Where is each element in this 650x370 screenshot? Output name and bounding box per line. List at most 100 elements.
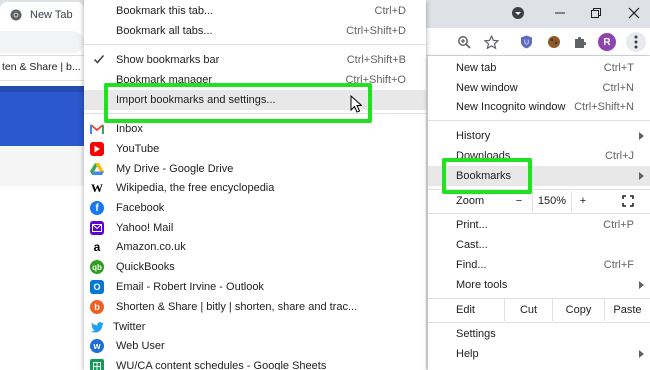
menu-item-shortcut: Ctrl+N bbox=[602, 82, 634, 94]
menu-item-shortcut: Ctrl+Shift+N bbox=[574, 101, 634, 113]
copy-button[interactable]: Copy bbox=[552, 299, 604, 321]
zoom-level: 150% bbox=[532, 191, 572, 211]
show-bookmarks-bar-item[interactable]: Show bookmarks bar Ctrl+Shift+B bbox=[84, 50, 426, 70]
menu-item-shortcut: Ctrl+Shift+D bbox=[346, 25, 406, 37]
menu-separator bbox=[428, 120, 650, 121]
facebook-icon: f bbox=[90, 201, 104, 215]
menu-item-shortcut: Ctrl+D bbox=[374, 5, 406, 17]
chrome-logo-icon bbox=[10, 9, 22, 21]
bookmark-google-drive[interactable]: My Drive - Google Drive bbox=[84, 159, 426, 179]
find-item[interactable]: Find... Ctrl+F bbox=[428, 255, 650, 275]
menu-item-label: New window bbox=[456, 82, 518, 94]
extensions-puzzle-icon[interactable] bbox=[571, 33, 589, 51]
bookmark-web-user[interactable]: w Web User bbox=[84, 336, 426, 356]
menu-item-label: Show bookmarks bar bbox=[116, 54, 220, 66]
tab-search-button[interactable] bbox=[508, 4, 528, 22]
bookmark-label: Shorten & Share | bitly | shorten, share… bbox=[116, 301, 358, 313]
outlook-icon: O bbox=[90, 280, 104, 294]
zoom-in-button[interactable]: + bbox=[576, 191, 590, 211]
bookmark-yahoo-mail[interactable]: Yahoo! Mail bbox=[84, 218, 426, 238]
restore-button[interactable] bbox=[586, 4, 606, 22]
zoom-out-button[interactable]: − bbox=[512, 191, 526, 211]
minimize-icon bbox=[555, 12, 565, 14]
more-tools-item[interactable]: More tools bbox=[428, 275, 650, 295]
cut-button[interactable]: Cut bbox=[504, 299, 552, 321]
bookmark-label: Inbox bbox=[116, 123, 143, 135]
tab-title: New Tab bbox=[30, 9, 73, 21]
google-drive-icon bbox=[90, 162, 104, 176]
menu-item-label: More tools bbox=[456, 279, 508, 291]
page-tab-strip-text: ten & Share | b... bbox=[0, 57, 84, 81]
minimize-button[interactable] bbox=[550, 4, 570, 22]
chevron-right-icon bbox=[639, 350, 644, 358]
checkmark-icon bbox=[93, 55, 105, 64]
paste-button[interactable]: Paste bbox=[604, 299, 650, 321]
close-button[interactable] bbox=[624, 4, 644, 22]
cookie-extension-icon[interactable] bbox=[545, 33, 563, 51]
menu-separator bbox=[428, 213, 650, 214]
new-tab-item[interactable]: New tab Ctrl+T bbox=[428, 58, 650, 78]
bookmark-all-tabs-item[interactable]: Bookmark all tabs... Ctrl+Shift+D bbox=[84, 21, 426, 41]
more-vert-icon bbox=[634, 35, 638, 49]
avatar[interactable]: R bbox=[598, 33, 616, 51]
fullscreen-button[interactable] bbox=[618, 191, 638, 211]
bookmark-label: Twitter bbox=[113, 321, 146, 333]
bookmark-label: Email - Robert Irvine - Outlook bbox=[116, 281, 264, 293]
settings-item[interactable]: Settings bbox=[428, 324, 650, 344]
tab-search-icon bbox=[512, 7, 524, 19]
menu-item-label: Help bbox=[456, 348, 479, 360]
bookmarks-submenu: Bookmark this tab... Ctrl+D Bookmark all… bbox=[84, 0, 426, 370]
bookmark-quickbooks[interactable]: qb QuickBooks bbox=[84, 257, 426, 277]
help-item[interactable]: Help bbox=[428, 344, 650, 364]
tab-new-tab[interactable]: New Tab bbox=[0, 2, 84, 28]
menu-item-label: Print... bbox=[456, 219, 488, 231]
bookmark-twitter[interactable]: Twitter bbox=[84, 317, 426, 337]
bookmark-this-tab-item[interactable]: Bookmark this tab... Ctrl+D bbox=[84, 1, 426, 21]
edit-label: Edit bbox=[456, 304, 475, 316]
bookmark-google-sheets[interactable]: WU/CA content schedules - Google Sheets bbox=[84, 356, 426, 370]
chevron-right-icon bbox=[639, 172, 644, 180]
bookmark-outlook[interactable]: O Email - Robert Irvine - Outlook bbox=[84, 277, 426, 297]
bookmark-label: Wikipedia, the free encyclopedia bbox=[116, 182, 275, 194]
yahoo-mail-icon bbox=[90, 221, 104, 235]
more-menu-button[interactable] bbox=[626, 32, 646, 52]
menu-item-shortcut: Ctrl+Shift+B bbox=[346, 54, 406, 66]
close-icon bbox=[628, 7, 640, 19]
bookmark-wikipedia[interactable]: W Wikipedia, the free encyclopedia bbox=[84, 178, 426, 198]
import-highlight-box bbox=[104, 83, 372, 123]
cast-item[interactable]: Cast... bbox=[428, 235, 650, 255]
svg-text:U: U bbox=[523, 40, 528, 47]
bookmark-label: Amazon.co.uk bbox=[116, 241, 186, 253]
webuser-icon: w bbox=[90, 339, 104, 353]
page-content-area bbox=[0, 146, 84, 186]
bookmarks-highlight-box bbox=[442, 158, 532, 194]
gmail-icon bbox=[90, 122, 104, 136]
print-item[interactable]: Print... Ctrl+P bbox=[428, 215, 650, 235]
address-bar[interactable] bbox=[0, 31, 84, 53]
bookmark-label: YouTube bbox=[116, 143, 160, 155]
bookmark-star-icon[interactable] bbox=[482, 33, 500, 51]
menu-separator bbox=[84, 44, 426, 45]
new-incognito-item[interactable]: New Incognito window Ctrl+Shift+N bbox=[428, 97, 650, 117]
chevron-right-icon bbox=[639, 132, 644, 140]
zoom-icon[interactable] bbox=[455, 33, 473, 51]
history-item[interactable]: History bbox=[428, 126, 650, 146]
menu-item-label: New tab bbox=[456, 62, 497, 74]
menu-item-shortcut: Ctrl+J bbox=[604, 150, 634, 162]
bookmark-label: Facebook bbox=[116, 202, 165, 214]
menu-item-label: Bookmark this tab... bbox=[116, 5, 214, 17]
menu-item-label: New Incognito window bbox=[456, 101, 566, 113]
bookmark-bitly[interactable]: b Shorten & Share | bitly | shorten, sha… bbox=[84, 297, 426, 317]
bookmark-facebook[interactable]: f Facebook bbox=[84, 198, 426, 218]
menu-item-shortcut: Ctrl+P bbox=[603, 219, 634, 231]
menu-item-shortcut: Ctrl+F bbox=[603, 259, 634, 271]
menu-item-label: History bbox=[456, 130, 491, 142]
new-window-item[interactable]: New window Ctrl+N bbox=[428, 78, 650, 98]
youtube-icon bbox=[90, 142, 104, 156]
bookmark-amazon[interactable]: a Amazon.co.uk bbox=[84, 237, 426, 257]
wikipedia-icon: W bbox=[91, 180, 103, 195]
chevron-right-icon bbox=[639, 281, 644, 289]
menu-item-label: Settings bbox=[456, 328, 496, 340]
bookmark-youtube[interactable]: YouTube bbox=[84, 139, 426, 159]
extension-shield-icon[interactable]: U bbox=[517, 33, 535, 51]
